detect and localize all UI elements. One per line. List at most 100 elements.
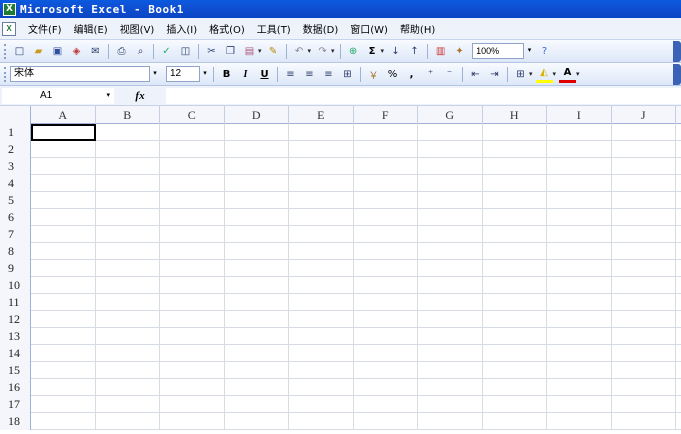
cell[interactable] <box>547 226 612 243</box>
column-header-j[interactable]: J <box>612 106 676 124</box>
align-left-icon[interactable]: ≡ <box>282 66 299 83</box>
permission-icon[interactable]: ◈ <box>68 43 85 60</box>
cell[interactable] <box>31 396 96 413</box>
cell[interactable] <box>96 294 160 311</box>
borders-icon[interactable]: ⊞ <box>512 66 529 83</box>
cell[interactable] <box>31 362 96 379</box>
cell[interactable] <box>612 243 676 260</box>
cell[interactable] <box>31 175 96 192</box>
cell[interactable] <box>225 124 289 141</box>
cell[interactable] <box>225 158 289 175</box>
cell[interactable] <box>483 124 547 141</box>
cell[interactable] <box>612 141 676 158</box>
new-document-icon[interactable]: □ <box>11 43 28 60</box>
cell[interactable] <box>96 226 160 243</box>
cell[interactable] <box>96 141 160 158</box>
cell[interactable] <box>418 175 483 192</box>
cell[interactable] <box>418 396 483 413</box>
cell[interactable] <box>354 192 418 209</box>
cell[interactable] <box>160 311 225 328</box>
cell[interactable] <box>547 396 612 413</box>
cell[interactable] <box>31 328 96 345</box>
cell[interactable] <box>483 277 547 294</box>
cell[interactable] <box>418 362 483 379</box>
cell[interactable] <box>31 311 96 328</box>
print-icon[interactable]: ⎙ <box>113 43 130 60</box>
cell[interactable] <box>225 260 289 277</box>
toolbar-grip[interactable] <box>4 66 7 82</box>
currency-style-icon[interactable]: ￥ <box>365 66 382 83</box>
bold-button[interactable]: B <box>218 66 235 83</box>
font-size-input[interactable]: 12 <box>166 66 200 82</box>
menu-help[interactable]: 帮助(H) <box>394 21 441 36</box>
menu-format[interactable]: 格式(O) <box>203 21 251 36</box>
zoom-box[interactable]: 100% <box>472 43 525 59</box>
cell[interactable] <box>483 311 547 328</box>
cell[interactable] <box>483 209 547 226</box>
menu-tools[interactable]: 工具(T) <box>251 21 297 36</box>
cell[interactable] <box>483 396 547 413</box>
cell[interactable] <box>354 328 418 345</box>
column-header-d[interactable]: D <box>225 106 289 124</box>
cell[interactable] <box>547 328 612 345</box>
row-header[interactable]: 8 <box>0 243 31 260</box>
underline-button[interactable]: U <box>256 66 273 83</box>
cell[interactable] <box>160 345 225 362</box>
cell[interactable] <box>225 413 289 430</box>
cell[interactable] <box>612 328 676 345</box>
cell[interactable] <box>612 124 676 141</box>
cell[interactable] <box>483 226 547 243</box>
cell[interactable] <box>96 277 160 294</box>
drawing-icon[interactable]: ✦ <box>451 43 468 60</box>
align-right-icon[interactable]: ≡ <box>320 66 337 83</box>
cell[interactable] <box>96 362 160 379</box>
cell[interactable] <box>225 209 289 226</box>
decrease-decimal-icon[interactable]: ⁻ <box>441 66 458 83</box>
toolbar-options-handle[interactable] <box>673 40 681 62</box>
hyperlink-icon[interactable]: ⊕ <box>345 43 362 60</box>
cell[interactable] <box>31 260 96 277</box>
email-icon[interactable]: ✉ <box>87 43 104 60</box>
print-preview-icon[interactable]: ⌕ <box>132 43 149 60</box>
cell[interactable] <box>160 277 225 294</box>
cell[interactable] <box>418 311 483 328</box>
cell[interactable] <box>483 192 547 209</box>
cell[interactable] <box>612 158 676 175</box>
cell[interactable] <box>354 345 418 362</box>
cell[interactable] <box>547 124 612 141</box>
workbook-icon[interactable]: X <box>2 21 16 36</box>
autosum-dropdown-icon[interactable]: ▾ <box>381 47 385 55</box>
cell[interactable] <box>547 311 612 328</box>
cell[interactable] <box>418 226 483 243</box>
cell[interactable] <box>160 192 225 209</box>
cell[interactable] <box>354 158 418 175</box>
row-header[interactable]: 17 <box>0 396 31 413</box>
cell[interactable] <box>160 124 225 141</box>
cell[interactable] <box>418 277 483 294</box>
cell[interactable] <box>160 209 225 226</box>
cell[interactable] <box>31 277 96 294</box>
column-header-h[interactable]: H <box>483 106 547 124</box>
cell[interactable] <box>31 141 96 158</box>
cell[interactable] <box>483 413 547 430</box>
formula-input[interactable] <box>166 87 681 104</box>
cell[interactable] <box>612 175 676 192</box>
cell[interactable] <box>96 175 160 192</box>
cell[interactable] <box>354 311 418 328</box>
cell[interactable] <box>483 260 547 277</box>
cell[interactable] <box>160 158 225 175</box>
cell[interactable] <box>418 209 483 226</box>
row-header[interactable]: 2 <box>0 141 31 158</box>
row-header[interactable]: 7 <box>0 226 31 243</box>
cell[interactable] <box>289 243 354 260</box>
cell[interactable] <box>31 379 96 396</box>
cell[interactable] <box>225 175 289 192</box>
row-header[interactable]: 4 <box>0 175 31 192</box>
cell[interactable] <box>289 413 354 430</box>
redo-dropdown-icon[interactable]: ▾ <box>331 47 335 55</box>
borders-dropdown-icon[interactable]: ▾ <box>529 70 533 78</box>
cell[interactable] <box>225 294 289 311</box>
cell[interactable] <box>31 345 96 362</box>
cell[interactable] <box>289 226 354 243</box>
cell[interactable] <box>418 328 483 345</box>
